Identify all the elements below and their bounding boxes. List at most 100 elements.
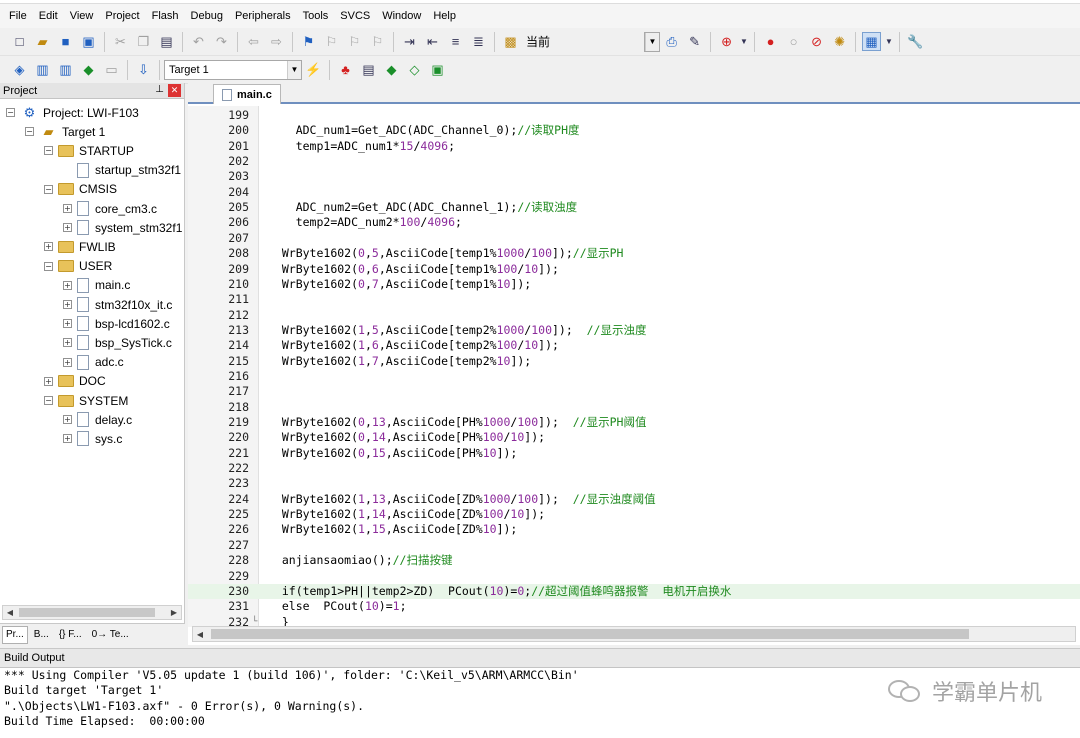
find-combo-text[interactable]: 当前 (526, 33, 550, 50)
save-all-icon[interactable]: ▣ (79, 32, 98, 51)
code-line[interactable]: 211 (188, 292, 1080, 307)
expand-icon[interactable]: + (63, 223, 72, 233)
nav-forward-icon[interactable]: ⇨ (267, 32, 286, 51)
code-line[interactable]: 223 (188, 476, 1080, 491)
code-line[interactable]: 228 anjiansaomiao();//扫描按键 (188, 553, 1080, 568)
tree-item[interactable]: − ▰ Target 1 (25, 122, 105, 141)
expand-icon[interactable]: + (63, 204, 72, 213)
download-icon[interactable]: ⇩ (134, 60, 153, 79)
code-line[interactable]: 213 WrByte1602(1,5,AsciiCode[temp2%1000/… (188, 323, 1080, 338)
code-line[interactable]: 212 (188, 308, 1080, 323)
code-line[interactable]: 226 WrByte1602(1,15,AsciiCode[ZD%10]); (188, 522, 1080, 537)
menu-edit[interactable]: Edit (33, 5, 64, 27)
paste-icon[interactable]: ▤ (157, 32, 176, 51)
comment-icon[interactable]: ≡ (446, 32, 465, 51)
breakpoint-icon[interactable]: ● (761, 32, 780, 51)
tree-item[interactable]: startup_stm32f1 (63, 161, 181, 180)
tree-item[interactable]: + FWLIB (44, 237, 116, 256)
open-file-icon[interactable]: ▰ (33, 32, 52, 51)
disable-all-breakpoints-icon[interactable]: ⊘ (807, 32, 826, 51)
code-line[interactable]: 203 (188, 169, 1080, 184)
build-icon[interactable]: ▥ (33, 60, 52, 79)
code-line[interactable]: 214 WrByte1602(1,6,AsciiCode[temp2%100/1… (188, 338, 1080, 353)
menu-debug[interactable]: Debug (185, 5, 229, 27)
prev-bookmark-icon[interactable]: ⚐ (322, 32, 341, 51)
tree-item[interactable]: + adc.c (63, 353, 124, 372)
code-line[interactable]: 202 (188, 154, 1080, 169)
collapse-icon[interactable]: − (44, 146, 53, 156)
scroll-left-icon[interactable]: ◀ (3, 606, 17, 619)
new-file-icon[interactable]: □ (10, 32, 29, 51)
tree-item[interactable]: − USER (44, 257, 112, 276)
menu-window[interactable]: Window (376, 5, 427, 27)
scroll-thumb[interactable] (211, 629, 969, 639)
tab-project-3[interactable]: 0→ Te... (88, 626, 133, 644)
tree-item[interactable]: + stm32f10x_it.c (63, 295, 172, 314)
find-dropdown[interactable]: ▼ (644, 31, 661, 52)
expand-icon[interactable]: + (63, 415, 72, 425)
clear-bookmarks-icon[interactable]: ⚐ (368, 32, 387, 51)
pin-icon[interactable]: ⊥ (155, 84, 164, 95)
tree-item[interactable]: − SYSTEM (44, 391, 128, 410)
collapse-icon[interactable]: − (44, 184, 53, 194)
code-line[interactable]: 201 temp1=ADC_num1*15/4096; (188, 139, 1080, 154)
tab-project-1[interactable]: B... (30, 626, 53, 644)
bookmark-icon[interactable]: ⚑ (299, 32, 318, 51)
expand-icon[interactable]: + (63, 280, 72, 290)
collapse-icon[interactable]: − (6, 108, 15, 117)
find-icon[interactable]: ⎙ (662, 32, 681, 51)
project-hscrollbar[interactable]: ◀ ▶ (2, 605, 182, 620)
redo-icon[interactable]: ↷ (212, 32, 231, 51)
uncomment-icon[interactable]: ≣ (469, 32, 488, 51)
menu-peripherals[interactable]: Peripherals (229, 5, 297, 27)
find-in-files-icon[interactable]: ▩ (501, 32, 520, 51)
tab-main-c[interactable]: main.c (213, 84, 281, 104)
tree-item[interactable]: + delay.c (63, 410, 132, 429)
batch-build-icon[interactable]: ◆ (79, 60, 98, 79)
copy-icon[interactable]: ❐ (134, 32, 153, 51)
menu-flash[interactable]: Flash (146, 5, 185, 27)
tree-item[interactable]: + sys.c (63, 429, 122, 448)
code-line[interactable]: 218 (188, 400, 1080, 415)
code-line[interactable]: 210 WrByte1602(0,7,AsciiCode[temp1%10]); (188, 277, 1080, 292)
tree-item[interactable]: + bsp-lcd1602.c (63, 314, 170, 333)
code-line[interactable]: 221 WrByte1602(0,15,AsciiCode[PH%10]); (188, 446, 1080, 461)
tree-item[interactable]: − STARTUP (44, 141, 134, 160)
expand-icon[interactable]: + (63, 319, 72, 329)
code-line[interactable]: 219 WrByte1602(0,13,AsciiCode[PH%1000/10… (188, 415, 1080, 430)
stop-build-icon[interactable]: ▭ (102, 60, 121, 79)
code-line[interactable]: 222 (188, 461, 1080, 476)
target-options-icon[interactable]: ⚡ (304, 60, 323, 79)
incremental-find-icon[interactable]: ✎ (685, 32, 704, 51)
manage-components-icon[interactable]: ♣ (336, 60, 355, 79)
expand-icon[interactable]: + (63, 434, 72, 444)
target-select[interactable]: Target 1 ▼ (164, 59, 302, 80)
tree-item[interactable]: + main.c (63, 276, 130, 295)
undo-icon[interactable]: ↶ (189, 32, 208, 51)
expand-icon[interactable]: + (63, 338, 72, 348)
tree-item[interactable]: + core_cm3.c (63, 199, 157, 218)
code-area[interactable]: 199 200 ADC_num1=Get_ADC(ADC_Channel_0);/… (188, 106, 1080, 627)
code-line[interactable]: 229 (188, 569, 1080, 584)
configure-icon[interactable]: 🔧 (906, 32, 925, 51)
file-extensions-icon[interactable]: ▤ (359, 60, 378, 79)
scroll-right-icon[interactable]: ▶ (167, 606, 181, 619)
scroll-thumb[interactable] (19, 608, 155, 617)
code-line[interactable]: 220 WrByte1602(0,14,AsciiCode[PH%100/10]… (188, 430, 1080, 445)
code-line[interactable]: 217 (188, 384, 1080, 399)
code-line[interactable]: 209 WrByte1602(0,6,AsciiCode[temp1%100/1… (188, 262, 1080, 277)
menu-help[interactable]: Help (427, 5, 462, 27)
code-line[interactable]: 231 else PCout(10)=1; (188, 599, 1080, 614)
code-line[interactable]: 225 WrByte1602(1,14,AsciiCode[ZD%100/10]… (188, 507, 1080, 522)
code-line[interactable]: 230 if(temp1>PH||temp2>ZD) PCout(10)=0;/… (188, 583, 1080, 600)
nav-back-icon[interactable]: ⇦ (244, 32, 263, 51)
code-line[interactable]: 204 (188, 185, 1080, 200)
editor-hscrollbar[interactable]: ◀ (192, 626, 1076, 642)
menu-svcs[interactable]: SVCS (334, 5, 376, 27)
debug-session-icon[interactable]: ⊕ (717, 32, 736, 51)
expand-icon[interactable]: + (63, 300, 72, 309)
menu-tools[interactable]: Tools (297, 5, 335, 27)
save-icon[interactable]: ■ (56, 32, 75, 51)
menu-project[interactable]: Project (99, 5, 145, 27)
tab-project-2[interactable]: {} F... (55, 626, 86, 644)
